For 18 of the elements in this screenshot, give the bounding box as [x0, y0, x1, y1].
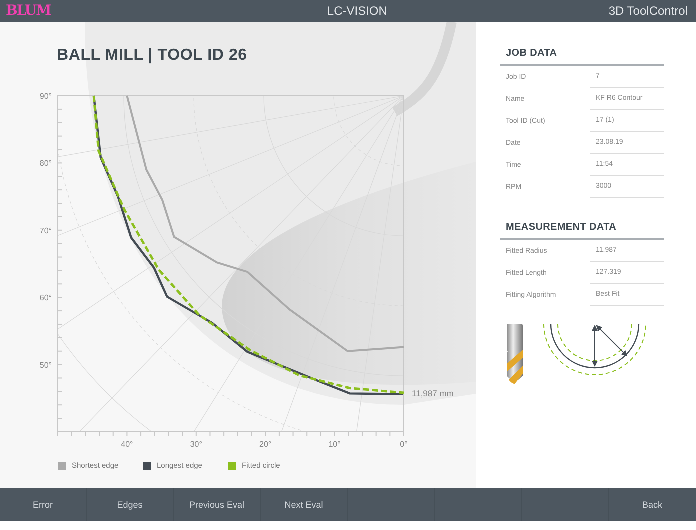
tool-title: BALL MILL | TOOL ID 26	[57, 48, 248, 66]
drill-bit-icon	[504, 324, 526, 386]
radius-annotation: 11,987 mm	[412, 388, 454, 399]
axis-tick-label: 40°	[121, 440, 134, 449]
brand-logo: BLUM	[6, 3, 52, 19]
axis-tick-label: 0°	[400, 440, 408, 449]
app-name: 3D ToolControl	[608, 4, 688, 18]
axis-tick-label: 60°	[40, 294, 52, 303]
section-title: JOB DATA	[500, 48, 664, 66]
section-title: MEASUREMENT DATA	[500, 222, 664, 240]
axis-tick-label: 80°	[40, 159, 52, 168]
axis-tick-label: 70°	[40, 226, 52, 236]
axis-tick-label: 20°	[260, 440, 272, 449]
app-title: LC-VISION	[326, 4, 388, 18]
axis-tick-label: 50°	[40, 360, 52, 370]
axis-tick-label: 10°	[328, 440, 341, 449]
axis-tick-label: 90°	[40, 92, 52, 101]
axis-tick-label: 30°	[190, 440, 202, 449]
